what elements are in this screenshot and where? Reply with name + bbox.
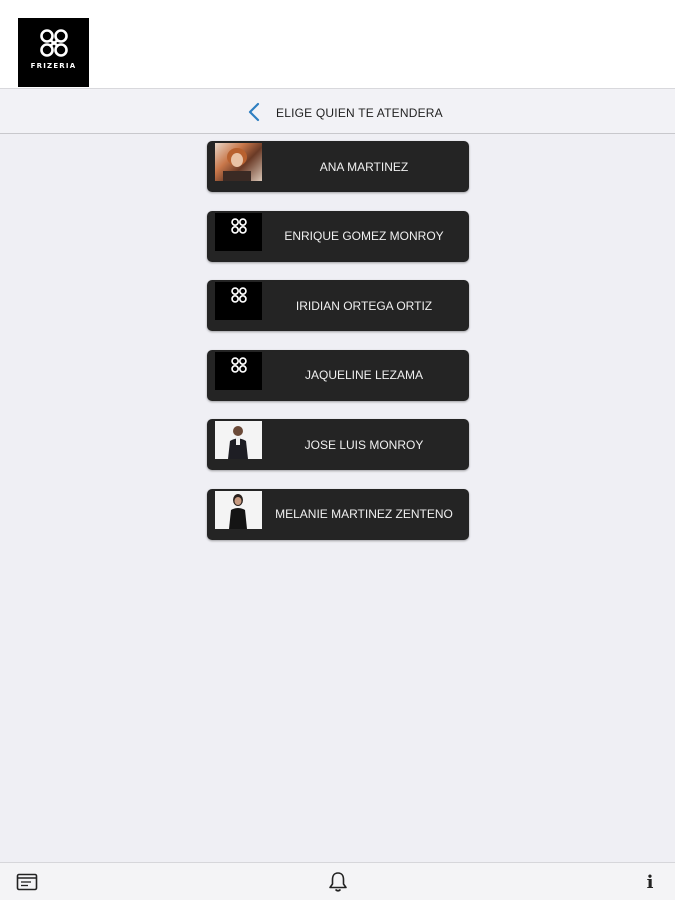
staff-name: ENRIQUE GOMEZ MONROY xyxy=(284,229,444,243)
staff-name: ANA MARTINEZ xyxy=(319,159,409,174)
portrait-photo-icon xyxy=(228,426,248,459)
back-button[interactable] xyxy=(244,101,264,123)
staff-item-jaqueline-lezama[interactable]: JAQUELINE LEZAMA xyxy=(207,349,469,401)
page-title: ELIGE QUIEN TE ATENDERA xyxy=(276,106,443,120)
info-button[interactable]: i xyxy=(640,871,660,893)
brand-bar: FRIZERIA xyxy=(0,0,675,88)
frizeria-logo-icon xyxy=(230,287,247,303)
notifications-button[interactable] xyxy=(326,871,350,893)
knot-logo-icon xyxy=(39,29,68,57)
app-root: FRIZERIA ELIGE QUIEN TE ATENDERA ANA MAR… xyxy=(0,0,675,900)
staff-photo xyxy=(215,212,262,251)
frizeria-logo-icon xyxy=(230,356,247,373)
calendar-icon xyxy=(16,873,38,891)
portrait-photo-icon xyxy=(223,148,251,181)
staff-photo xyxy=(215,421,262,459)
bottom-nav: i xyxy=(0,862,675,900)
chevron-left-icon xyxy=(248,102,260,122)
staff-item-melanie-martinez-zenteno[interactable]: MELANIE MARTINEZ ZENTENO xyxy=(207,488,469,540)
logo-text: FRIZERIA xyxy=(30,62,77,70)
portrait-photo-icon xyxy=(229,493,247,529)
staff-name: JOSE LUIS MONROY xyxy=(304,437,424,452)
staff-list: ANA MARTINEZ ENRIQUE GOMEZ MONROY IRIDIA… xyxy=(207,141,469,558)
staff-photo xyxy=(215,351,262,390)
staff-item-iridian-ortega-ortiz[interactable]: IRIDIAN ORTEGA ORTIZ xyxy=(207,280,469,331)
title-bar: ELIGE QUIEN TE ATENDERA xyxy=(0,88,675,134)
staff-photo xyxy=(215,282,262,320)
frizeria-logo-icon xyxy=(230,217,247,234)
staff-name: IRIDIAN ORTEGA ORTIZ xyxy=(295,298,433,313)
bell-icon xyxy=(329,872,347,892)
info-icon: i xyxy=(646,871,654,893)
staff-photo xyxy=(215,143,262,181)
staff-item-jose-luis-monroy[interactable]: JOSE LUIS MONROY xyxy=(207,419,469,470)
staff-name: JAQUELINE LEZAMA xyxy=(304,368,424,382)
calendar-button[interactable] xyxy=(15,871,39,893)
staff-item-ana-martinez[interactable]: ANA MARTINEZ xyxy=(207,141,469,192)
frizeria-logo: FRIZERIA xyxy=(18,18,89,87)
staff-name: MELANIE MARTINEZ ZENTENO xyxy=(275,507,453,521)
staff-photo xyxy=(215,490,262,529)
staff-item-enrique-gomez-monroy[interactable]: ENRIQUE GOMEZ MONROY xyxy=(207,210,469,262)
